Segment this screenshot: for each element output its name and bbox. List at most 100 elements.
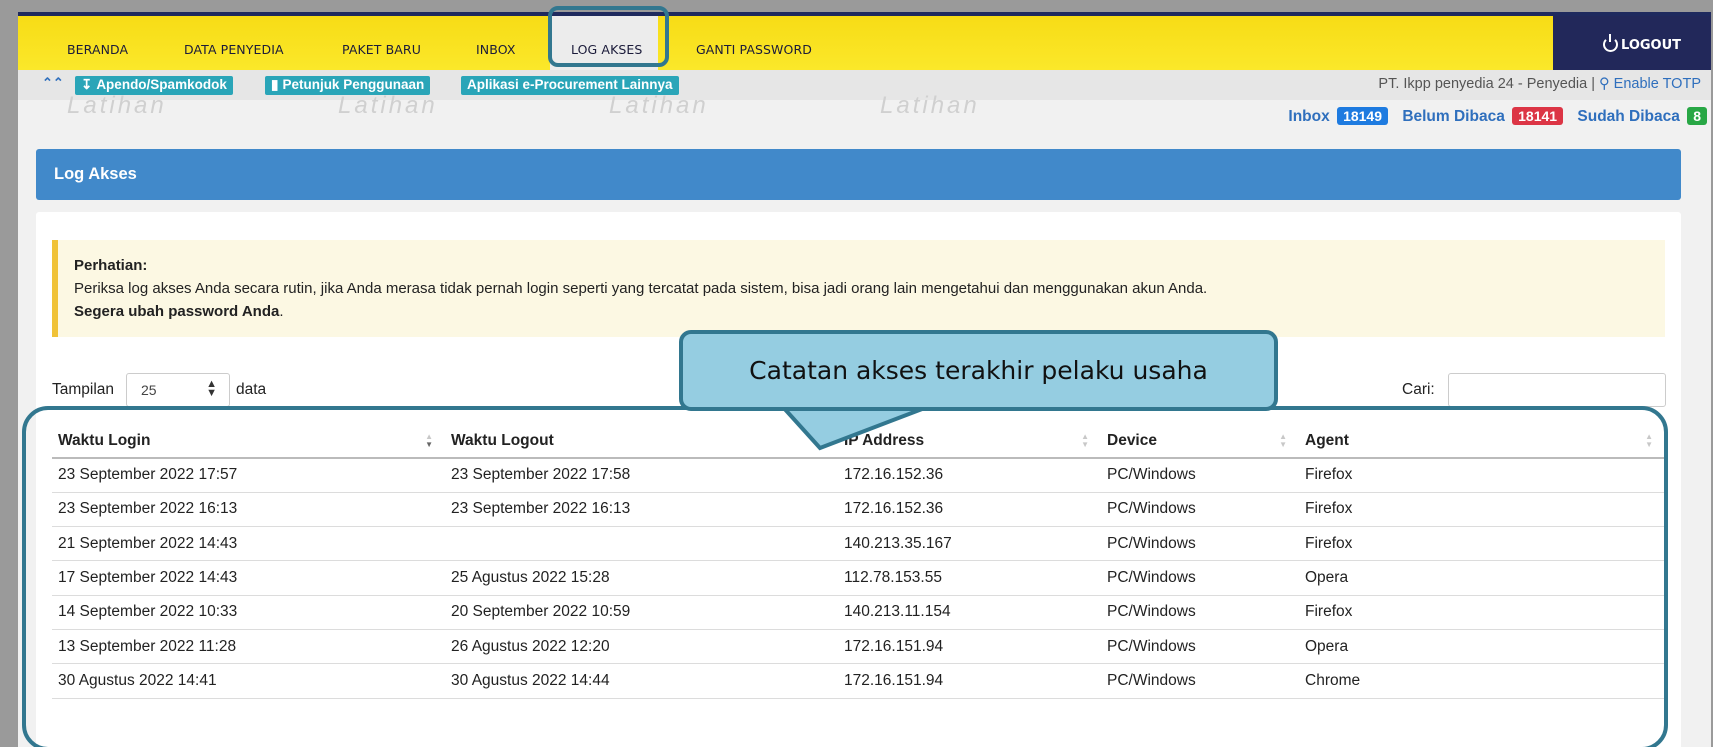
- alert-strong: Segera ubah password Anda: [74, 303, 280, 320]
- cell-ip: 172.16.151.94: [838, 629, 1101, 665]
- table-row: 30 Agustus 2022 14:41 30 Agustus 2022 14:…: [52, 663, 1665, 699]
- book-icon: ▮: [271, 77, 279, 92]
- table-row: 21 September 2022 14:43 140.213.35.167 PC/…: [52, 526, 1665, 562]
- table-row: 17 September 2022 14:43 25 Agustus 2022 1…: [52, 560, 1665, 596]
- sort-icon: ▲▼: [425, 432, 433, 449]
- user-info: PT. Ikpp penyedia 24 - Penyedia | ⚲ Enab…: [1378, 76, 1701, 92]
- cell-device: PC/Windows: [1101, 629, 1299, 665]
- cell-login: 17 September 2022 14:43: [52, 560, 445, 596]
- select-arrows-icon: ▲ ▼: [206, 378, 217, 399]
- nav-beranda[interactable]: BERANDA: [67, 42, 128, 57]
- logout-button[interactable]: LOGOUT: [1553, 16, 1711, 74]
- cell-agent: Firefox: [1299, 595, 1665, 630]
- nav-ganti-password[interactable]: GANTI PASSWORD: [696, 42, 812, 57]
- cell-device: PC/Windows: [1101, 560, 1299, 596]
- panel-header: Log Akses: [36, 149, 1681, 200]
- download-icon: ↧: [81, 77, 93, 92]
- alert-strong-line: Segera ubah password Anda.: [74, 303, 284, 320]
- cell-ip: 140.213.35.167: [838, 526, 1101, 562]
- alert-tail: .: [279, 303, 284, 320]
- cell-logout: 23 September 2022 17:58: [445, 458, 838, 493]
- callout-text: Catatan akses terakhir pelaku usaha: [749, 356, 1208, 385]
- sort-icon: ▲▼: [1279, 432, 1287, 449]
- column-label: Agent: [1305, 431, 1349, 449]
- table-row: 14 September 2022 10:33 20 September 2022…: [52, 595, 1665, 630]
- cell-device: PC/Windows: [1101, 663, 1299, 699]
- column-header[interactable]: Agent ▲ ▼: [1299, 424, 1665, 459]
- column-label: Waktu Logout: [451, 431, 554, 449]
- length-suffix: data: [236, 381, 267, 398]
- cell-agent: Opera: [1299, 629, 1665, 665]
- cell-logout: 25 Agustus 2022 15:28: [445, 560, 838, 596]
- collapse-chevron-icon[interactable]: ⌃⌃: [42, 75, 64, 91]
- power-icon: [1603, 34, 1618, 52]
- logout-label: LOGOUT: [1621, 38, 1682, 53]
- nav-data-penyedia[interactable]: DATA PENYEDIA: [184, 42, 284, 57]
- page-title: Log Akses: [54, 165, 137, 183]
- watermark: Latihan: [609, 92, 709, 119]
- unread-label[interactable]: Belum Dibaca: [1402, 108, 1505, 125]
- cell-ip: 172.16.152.36: [838, 492, 1101, 528]
- cell-login: 23 September 2022 16:13: [52, 492, 445, 528]
- user-name: PT. Ikpp penyedia 24 - Penyedia |: [1378, 76, 1595, 92]
- read-badge: 8: [1687, 107, 1707, 125]
- page-length-select[interactable]: 25 ▲ ▼: [126, 373, 230, 407]
- sort-icon: ▲▼: [1645, 432, 1653, 449]
- log-table: Waktu Login▲▼ Waktu Logout▲▼ IP Address▲…: [52, 424, 1665, 699]
- cell-agent: Firefox: [1299, 492, 1665, 528]
- cell-device: PC/Windows: [1101, 526, 1299, 562]
- cell-agent: Firefox: [1299, 458, 1665, 493]
- table-row: 23 September 2022 16:13 23 September 2022…: [52, 492, 1665, 528]
- watermark: Latihan: [338, 92, 438, 119]
- cell-ip: 140.213.11.154: [838, 595, 1101, 630]
- cell-agent: Opera: [1299, 560, 1665, 596]
- alert-body: Periksa log akses Anda secara rutin, jik…: [74, 280, 1208, 297]
- sort-icon: ▲▼: [1081, 432, 1089, 449]
- cell-login: 13 September 2022 11:28: [52, 629, 445, 665]
- cell-device: PC/Windows: [1101, 492, 1299, 528]
- nav-inbox[interactable]: INBOX: [476, 42, 516, 57]
- nav-paket-baru[interactable]: PAKET BARU: [342, 42, 421, 57]
- watermark: Latihan: [880, 92, 980, 119]
- top-navbar: BERANDA DATA PENYEDIA PAKET BARU INBOX L…: [18, 12, 1711, 74]
- cell-logout: 23 September 2022 16:13: [445, 492, 838, 528]
- key-icon: ⚲: [1599, 76, 1610, 92]
- cell-logout: [445, 526, 838, 562]
- enable-totp-link[interactable]: Enable TOTP: [1614, 76, 1701, 92]
- warning-alert: Perhatian: Periksa log akses Anda secara…: [52, 240, 1665, 337]
- nav-log-akses[interactable]: LOG AKSES: [571, 42, 642, 57]
- column-label: Device: [1107, 431, 1157, 449]
- table-row: 13 September 2022 11:28 26 Agustus 2022 1…: [52, 629, 1665, 665]
- table-row: 23 September 2022 17:57 23 September 2022…: [52, 458, 1665, 493]
- cell-login: 21 September 2022 14:43: [52, 526, 445, 562]
- search-label: Cari:: [1402, 381, 1435, 398]
- cell-ip: 172.16.152.36: [838, 458, 1101, 493]
- search-input[interactable]: [1448, 373, 1666, 407]
- callout-pointer: [780, 404, 931, 451]
- cell-login: 30 Agustus 2022 14:41: [52, 663, 445, 699]
- screenshot-frame: BERANDA DATA PENYEDIA PAKET BARU INBOX L…: [0, 0, 1713, 747]
- cell-logout: 30 Agustus 2022 14:44: [445, 663, 838, 699]
- unread-badge: 18141: [1512, 107, 1564, 125]
- cell-ip: 172.16.151.94: [838, 663, 1101, 699]
- aplikasi-label: Aplikasi e-Procurement Lainnya: [467, 77, 673, 92]
- cell-device: PC/Windows: [1101, 595, 1299, 630]
- sub-toolbar: ⌃⌃ ↧ Apendo/Spamkodok ▮ Petunjuk Penggunaa…: [18, 70, 1711, 100]
- cell-device: PC/Windows: [1101, 458, 1299, 493]
- inbox-badge: 18149: [1337, 107, 1388, 125]
- cell-agent: Firefox: [1299, 526, 1665, 562]
- message-counters: Inbox 18149 Belum Dibaca 18141 Sudah Dib…: [1288, 107, 1707, 126]
- read-label[interactable]: Sudah Dibaca: [1577, 108, 1680, 125]
- callout-bubble: Catatan akses terakhir pelaku usaha: [679, 330, 1278, 411]
- alert-title: Perhatian:: [74, 257, 148, 274]
- column-label: Waktu Login: [58, 431, 151, 449]
- cell-login: 14 September 2022 10:33: [52, 595, 445, 630]
- cell-logout: 20 September 2022 10:59: [445, 595, 838, 630]
- cell-logout: 26 Agustus 2022 12:20: [445, 629, 838, 665]
- column-header[interactable]: Waktu Login ▲ ▼: [52, 424, 445, 459]
- inbox-label[interactable]: Inbox: [1288, 108, 1329, 125]
- column-header[interactable]: Device ▲ ▼: [1101, 424, 1299, 459]
- watermark: Latihan: [67, 92, 167, 119]
- apendo-label: Apendo/Spamkodok: [96, 77, 227, 92]
- length-prefix: Tampilan: [52, 381, 115, 398]
